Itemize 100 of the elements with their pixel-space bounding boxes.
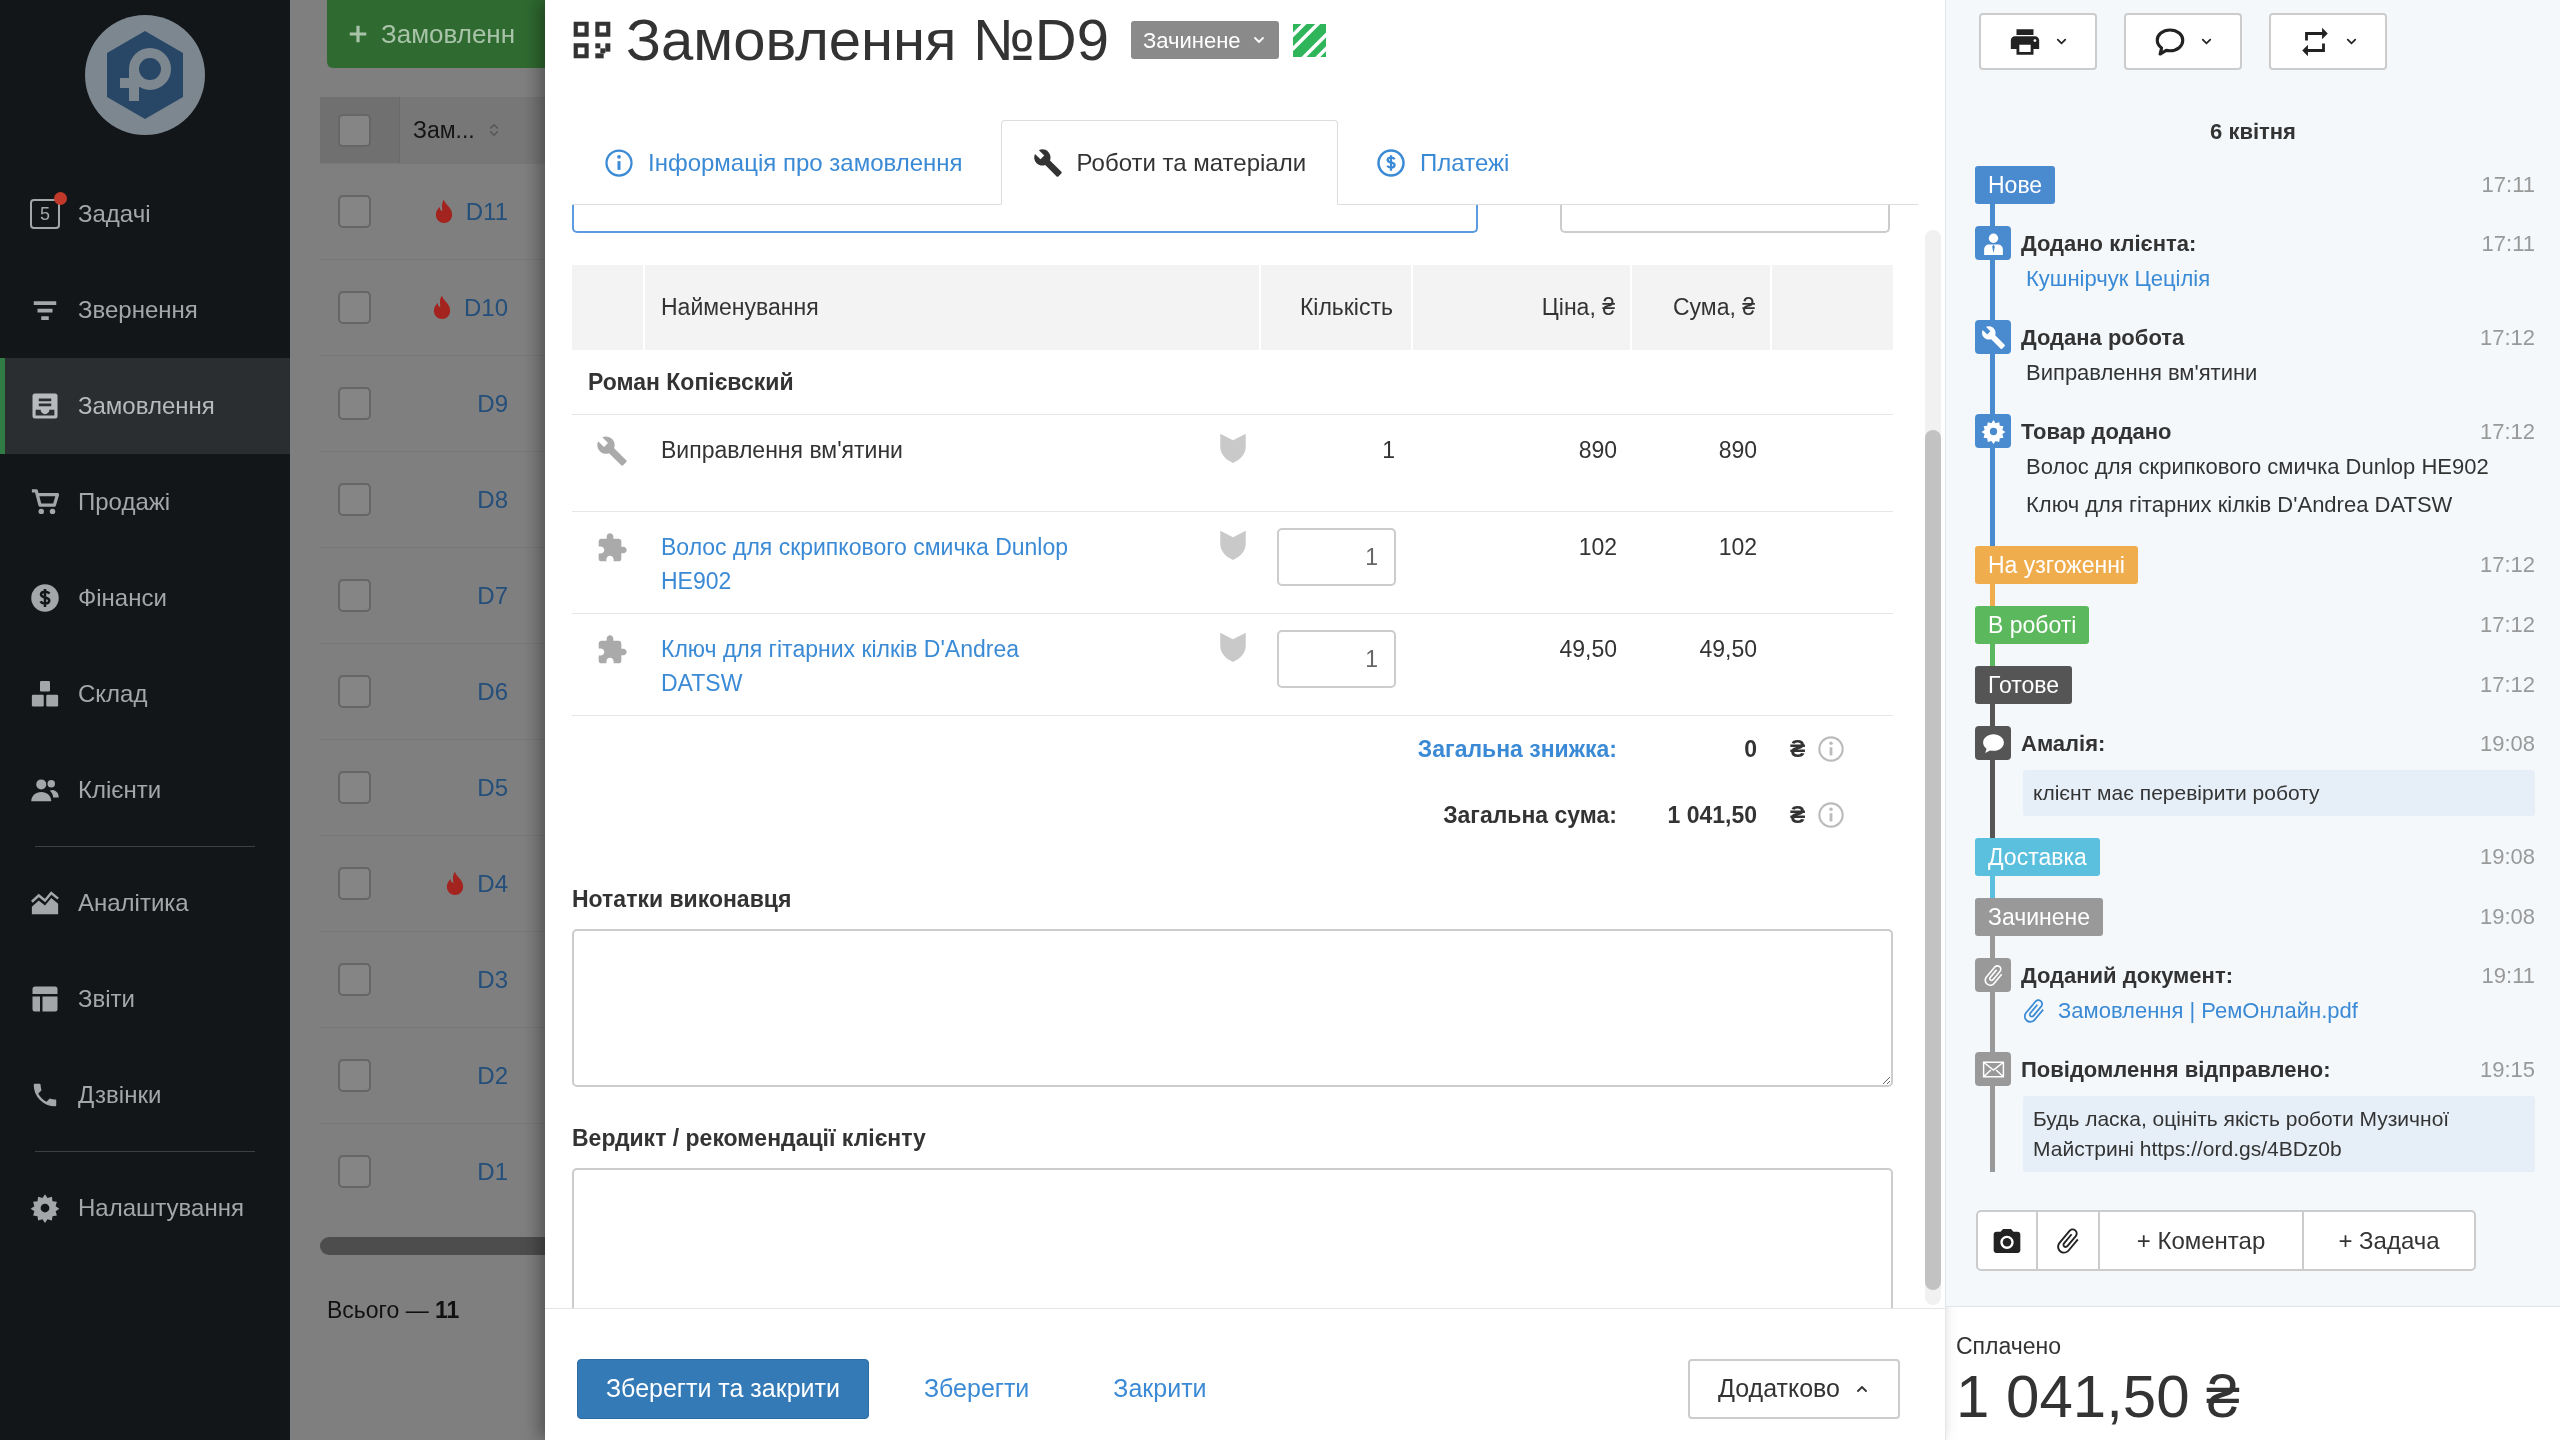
event-title: Амалія: xyxy=(2021,729,2106,758)
save-close-button[interactable]: Зберегти та закрити xyxy=(577,1359,869,1419)
client-link[interactable]: Кушнірчук Цецілія xyxy=(2026,260,2211,298)
tab[interactable]: Роботи та матеріали xyxy=(1000,120,1339,205)
sum: 102 xyxy=(1718,533,1757,562)
timestamp: 19:08 xyxy=(2479,729,2535,758)
status-badge: В роботі xyxy=(1975,606,2090,644)
order-link[interactable]: D6 xyxy=(477,673,508,710)
add-button[interactable]: + Задача xyxy=(2304,1212,2474,1269)
more-dropdown[interactable]: Додатково xyxy=(1688,1359,1900,1419)
status-badge: Зачинене xyxy=(1975,898,2103,936)
transfer-dropdown[interactable] xyxy=(2269,13,2387,70)
document-link[interactable]: Замовлення | РемОнлайн.pdf xyxy=(2020,992,2358,1030)
paid-label: Сплачено xyxy=(1956,1332,2062,1361)
status-dropdown[interactable]: Зачинене xyxy=(1130,21,1279,59)
order-link[interactable]: D5 xyxy=(477,769,508,806)
event-text: Виправлення вм'ятини xyxy=(2026,359,2259,387)
date-heading: 6 квітня xyxy=(2210,118,2296,146)
order-link[interactable]: D7 xyxy=(477,577,508,614)
discount-link[interactable]: Загальна знижка: xyxy=(1417,731,1617,767)
order-link[interactable]: D8 xyxy=(477,481,508,518)
scrollbar-track[interactable] xyxy=(1925,230,1941,1305)
timestamp: 17:12 xyxy=(2479,417,2535,446)
item-name: Виправлення вм'ятини xyxy=(661,436,904,465)
dollar-coin-icon xyxy=(30,583,60,613)
status-badge: Доставка xyxy=(1975,838,2100,876)
order-link[interactable]: D11 xyxy=(465,193,508,230)
message-dropdown[interactable] xyxy=(2124,13,2242,70)
quantity-field[interactable]: 1 xyxy=(1277,528,1396,586)
info-icon[interactable] xyxy=(1817,735,1846,763)
sidebar-item[interactable]: Фінанси xyxy=(0,550,290,646)
checkbox[interactable] xyxy=(338,675,371,708)
sidebar-item[interactable]: Звіти xyxy=(0,951,290,1047)
scrollbar-thumb[interactable] xyxy=(1925,430,1941,1290)
qr-code-icon[interactable] xyxy=(572,20,612,60)
sidebar-item[interactable]: Дзвінки xyxy=(0,1047,290,1143)
column-header: Сума, ₴ xyxy=(1672,293,1755,323)
product-link[interactable]: Ключ для гітарних кілків D'Andrea DATSW xyxy=(661,632,1101,700)
price: 49,50 xyxy=(1559,635,1617,664)
text-area[interactable] xyxy=(572,929,1893,1087)
sum: 890 xyxy=(1718,436,1757,465)
order-link[interactable]: D2 xyxy=(477,1057,508,1094)
cart-icon xyxy=(30,487,60,517)
timestamp: 17:12 xyxy=(2479,551,2535,579)
note-text: клієнт має перевірити роботу xyxy=(2023,770,2535,816)
currency-sign: ₴ xyxy=(1790,734,1806,764)
checkbox[interactable] xyxy=(338,867,371,900)
input-field[interactable] xyxy=(572,205,1478,233)
quantity: 1 xyxy=(1382,436,1396,465)
sidebar-item[interactable]: 5 Задачі xyxy=(0,166,290,262)
checkbox[interactable] xyxy=(338,579,371,612)
event-title: Додано клієнта: xyxy=(2021,229,2197,258)
checkbox[interactable] xyxy=(338,1059,371,1092)
timestamp: 19:15 xyxy=(2479,1055,2535,1084)
checkbox[interactable] xyxy=(338,771,371,804)
order-link[interactable]: D3 xyxy=(477,961,508,998)
link-button[interactable]: Закрити xyxy=(1113,1359,1207,1419)
sidebar-item[interactable]: Звернення xyxy=(0,262,290,358)
input-field[interactable] xyxy=(1560,205,1890,233)
wrench-icon xyxy=(596,435,628,467)
checkbox[interactable] xyxy=(338,387,371,420)
order-link[interactable]: D4 xyxy=(477,865,508,902)
checkbox[interactable] xyxy=(338,291,371,324)
column-header[interactable]: Зам... xyxy=(413,112,475,148)
column-header: Найменування xyxy=(661,293,819,323)
info-icon[interactable] xyxy=(1817,801,1846,829)
timestamp: 17:12 xyxy=(2479,323,2535,352)
sidebar-item[interactable]: Продажі xyxy=(0,454,290,550)
new-order-button[interactable]: Замовленн xyxy=(327,0,545,68)
text-area[interactable] xyxy=(572,1168,1893,1308)
order-link[interactable]: D1 xyxy=(477,1153,508,1190)
checkbox[interactable] xyxy=(338,963,371,996)
sidebar-item[interactable]: Клієнти xyxy=(0,742,290,838)
price: 890 xyxy=(1578,436,1617,465)
sidebar-item[interactable]: Склад xyxy=(0,646,290,742)
event-title: Повідомлення відправлено: xyxy=(2021,1055,2331,1084)
checkbox[interactable] xyxy=(338,195,371,228)
event-title: Додана робота xyxy=(2021,323,2185,352)
link-button[interactable]: Зберегти xyxy=(923,1359,1030,1419)
tab[interactable]: Інформація про замовлення xyxy=(572,120,995,205)
order-link[interactable]: D10 xyxy=(463,289,508,326)
quantity-field[interactable]: 1 xyxy=(1277,630,1396,688)
print-dropdown[interactable] xyxy=(1979,13,2097,70)
sidebar-item[interactable]: Налаштування xyxy=(0,1160,290,1256)
sidebar-item[interactable]: Аналітика xyxy=(0,855,290,951)
checkbox[interactable] xyxy=(338,1155,371,1188)
tab[interactable]: Платежі xyxy=(1344,120,1542,205)
order-link[interactable]: D9 xyxy=(477,385,508,422)
product-link[interactable]: Волос для скрипкового смичка Dunlop HE902 xyxy=(661,530,1101,598)
sidebar-item[interactable]: Замовлення xyxy=(0,358,290,454)
checkbox[interactable] xyxy=(338,113,371,147)
total-value: 1 041,50 xyxy=(1667,800,1757,830)
checkbox[interactable] xyxy=(338,483,371,516)
add-button[interactable]: + Коментар xyxy=(2100,1212,2304,1269)
hatched-square-icon[interactable] xyxy=(1292,23,1326,57)
group-title: Роман Копієвский xyxy=(572,350,1893,415)
dollar-circle-icon xyxy=(1376,147,1407,178)
total-count: Всього — 11 xyxy=(327,1296,461,1325)
event-title: Доданий документ: xyxy=(2021,961,2233,990)
note-text: Будь ласка, оцініть якість роботи Музичної Майстрині https://ord.gs/4BDz0b xyxy=(2023,1096,2535,1172)
